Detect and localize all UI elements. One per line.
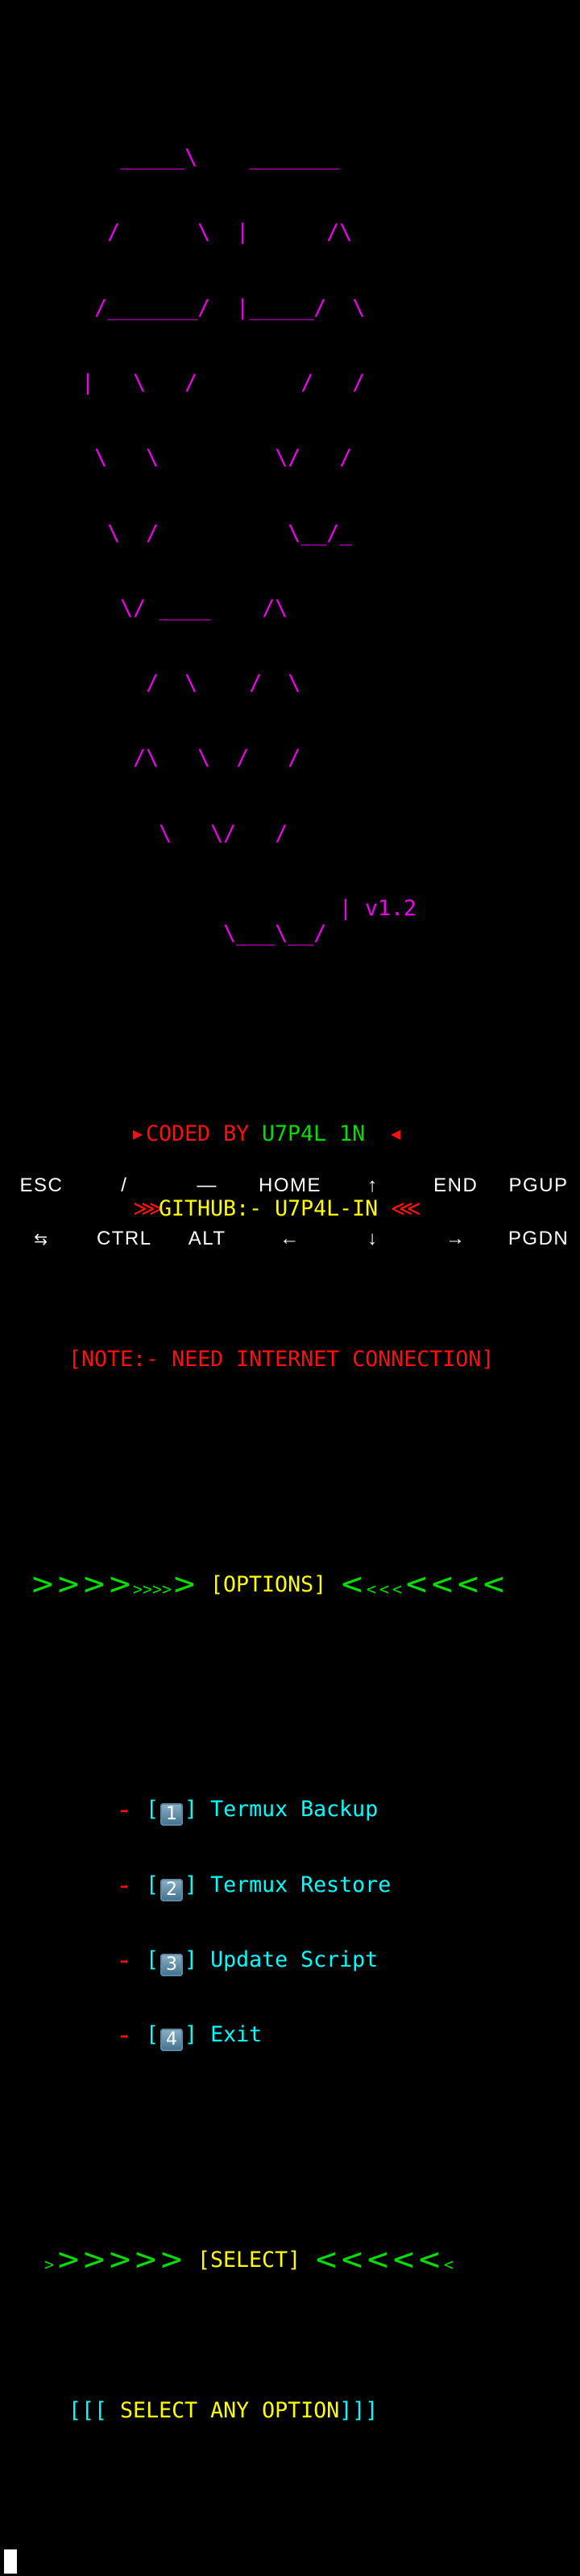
play-left-icon: ◀ <box>391 1123 401 1143</box>
menu-item-label: Exit <box>210 2022 263 2048</box>
coded-by-label: CODED BY <box>146 1121 263 1146</box>
extra-keys-bar: ESC / ― HOME ↑ END PGUP ⇆ CTRL ALT ← ↓ →… <box>0 1159 580 1265</box>
select-title: [SELECT] <box>197 2248 301 2273</box>
banner-art-line: | \ / / / <box>4 370 366 396</box>
key-pgdn[interactable]: PGDN <box>497 1212 580 1265</box>
key-end[interactable]: END <box>414 1159 497 1212</box>
play-right-icon: ▶ <box>133 1123 143 1143</box>
red-arrow-icon: ➡ <box>120 2029 129 2046</box>
keycap-3-icon: 3 <box>160 1953 184 1976</box>
chevrons-left-decoration: < < < < < < <box>315 2241 454 2279</box>
keycap-1-icon: 1 <box>160 1803 184 1827</box>
key-left-arrow[interactable]: ← <box>249 1212 332 1265</box>
key-esc[interactable]: ESC <box>0 1159 83 1212</box>
banner-art-line: \ \/ / <box>4 820 288 846</box>
options-header: > > > > >>>>> [OPTIONS] < < < < < < < < <box>4 1568 505 1600</box>
red-arrow-icon: ➡ <box>120 1803 129 1821</box>
banner-art-line: / \ | /\ <box>4 220 353 246</box>
banner-art-line: /\ \ / / <box>4 745 301 771</box>
key-right-arrow[interactable]: → <box>414 1212 497 1265</box>
banner-art-line: \/ ____ /\ <box>4 595 288 621</box>
menu-item-update[interactable]: ➡ [3] Update Script <box>4 1947 378 1976</box>
key-pgup[interactable]: PGUP <box>497 1159 580 1212</box>
chevrons-right-decoration: > > > > > > <box>44 2241 183 2279</box>
terminal-output: _____\ _______ / \ | /\ /_______/ |_____… <box>4 95 505 2576</box>
key-ctrl[interactable]: CTRL <box>83 1212 166 1265</box>
key-slash[interactable]: / <box>83 1159 166 1212</box>
banner-art-line: /_______/ |_____/ \ <box>4 295 366 320</box>
menu-item-label: Termux Backup <box>210 1797 379 1823</box>
menu-item-restore[interactable]: ➡ [2] Termux Restore <box>4 1872 391 1901</box>
menu-item-label: Update Script <box>210 1946 379 1972</box>
banner-art-line: \ \ \/ / <box>4 445 353 471</box>
key-dash[interactable]: ― <box>166 1159 249 1212</box>
select-header: > > > > > > [SELECT] < < < < < < <box>4 2244 454 2276</box>
author-name: U7P4L 1N <box>262 1121 366 1146</box>
chevrons-right-decoration: > > > > >>>>> <box>31 1565 196 1603</box>
key-alt[interactable]: ALT <box>166 1212 249 1265</box>
prompt-text: SELECT ANY OPTION <box>120 2397 340 2423</box>
chevrons-left-decoration: < < < < < < < < <box>341 1565 505 1603</box>
menu-item-exit[interactable]: ➡ [4] Exit <box>4 2022 365 2052</box>
terminal-cursor <box>4 2549 17 2574</box>
key-tab-icon[interactable]: ⇆ <box>0 1212 83 1265</box>
red-arrow-icon: ➡ <box>120 1878 129 1896</box>
keycap-4-icon: 4 <box>160 2029 184 2052</box>
menu-item-label: Termux Restore <box>210 1872 392 1897</box>
key-up-arrow[interactable]: ↑ <box>331 1159 414 1212</box>
banner-art-line: \ / \__/_ <box>4 520 353 546</box>
options-title: [OPTIONS] <box>210 1571 327 1597</box>
banner-art-line: _____\ _______ <box>4 145 340 171</box>
key-home[interactable]: HOME <box>249 1159 332 1212</box>
input-line[interactable] <box>4 2548 365 2574</box>
select-prompt: [[[ SELECT ANY OPTION]]] <box>68 2397 379 2423</box>
version-label: | v1.2 <box>339 896 417 921</box>
banner-art-last: \___\__/ | v1.2 <box>4 896 416 946</box>
red-arrow-icon: ➡ <box>120 1953 129 1971</box>
note-text: [NOTE:- NEED INTERNET CONNECTION] <box>68 1346 495 1372</box>
key-down-arrow[interactable]: ↓ <box>331 1212 414 1265</box>
menu-item-backup[interactable]: ➡ [1] Termux Backup <box>4 1797 378 1827</box>
banner-art-line: \___\__/ <box>56 921 327 947</box>
coded-by-line: ▶ CODED BY U7P4L 1N ◀ <box>4 1121 400 1146</box>
keycap-2-icon: 2 <box>160 1878 184 1901</box>
banner-art-line: / \ / \ <box>4 671 301 696</box>
